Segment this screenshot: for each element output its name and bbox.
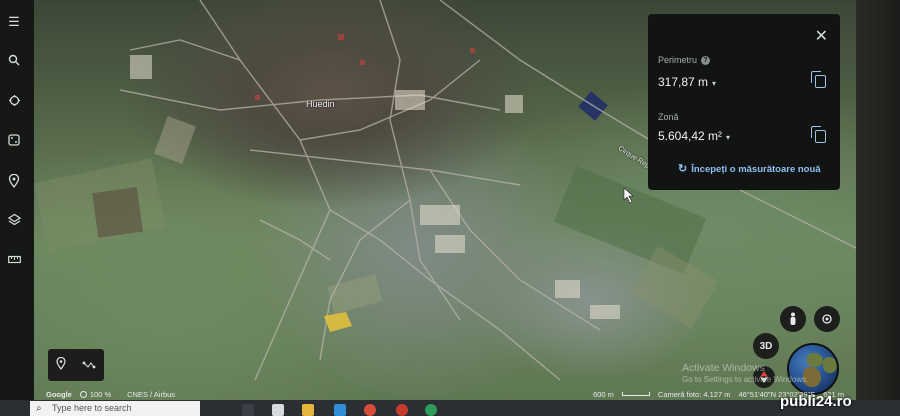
- activate-windows-title: Activate Windows: [682, 362, 765, 374]
- area-label: Zonă: [658, 112, 679, 122]
- search-icon[interactable]: [3, 49, 25, 71]
- chevron-down-icon[interactable]: ▾: [726, 133, 730, 142]
- new-measurement-button[interactable]: ↻ Începeți o măsurătoare nouă: [678, 162, 821, 175]
- activate-windows-watermark: Activate Windows Go to Settings to activ…: [682, 362, 808, 386]
- close-icon[interactable]: ✕: [815, 26, 828, 46]
- area-value[interactable]: 5.604,42 m² ▾: [658, 129, 730, 143]
- file-explorer-icon[interactable]: [302, 404, 314, 416]
- voyager-icon[interactable]: [3, 89, 25, 111]
- chrome-icon[interactable]: [364, 404, 376, 416]
- pegman-icon[interactable]: [780, 306, 806, 332]
- dice-icon[interactable]: [3, 129, 25, 151]
- scale-label: 600 m: [593, 389, 614, 399]
- google-logo: Google: [46, 389, 72, 399]
- town-label: Huedin: [306, 99, 335, 109]
- taskbar-search-input[interactable]: ⌕ Type here to search: [30, 401, 200, 416]
- perimeter-value[interactable]: 317,87 m ▾: [658, 75, 716, 89]
- scale-bar: [621, 392, 650, 396]
- help-icon[interactable]: ?: [701, 56, 711, 65]
- perimeter-label: Perimetru?: [658, 55, 711, 65]
- earth-app-icon[interactable]: [425, 404, 437, 416]
- place-icon[interactable]: [56, 356, 66, 373]
- opera-icon[interactable]: [396, 404, 408, 416]
- search-icon: ⌕: [36, 403, 42, 414]
- store-icon[interactable]: [334, 404, 346, 416]
- publi24-logo: publi24.ro: [780, 393, 852, 410]
- place-icon[interactable]: [3, 170, 25, 192]
- imagery-attribution[interactable]: CNES / Airbus: [127, 390, 175, 399]
- loading-icon: [79, 390, 87, 398]
- path-icon[interactable]: [82, 358, 96, 373]
- zoom-percent: 100 %: [79, 389, 119, 399]
- my-location-icon[interactable]: [814, 306, 840, 332]
- refresh-icon: ↻: [678, 163, 688, 175]
- area-value-text: 5.604,42 m²: [658, 129, 723, 143]
- copy-perimeter-icon[interactable]: [811, 71, 826, 88]
- task-view-icon[interactable]: [242, 404, 254, 416]
- perimeter-label-text: Perimetru: [658, 55, 698, 65]
- view-3d-button[interactable]: 3D: [753, 333, 779, 359]
- activate-windows-subtitle: Go to Settings to activate Windows.: [682, 375, 809, 384]
- copy-area-icon[interactable]: [811, 126, 826, 143]
- menu-icon[interactable]: ☰: [3, 11, 25, 33]
- sidebar: ☰: [0, 0, 28, 280]
- measure-panel: ✕ Perimetru? 317,87 m ▾ Zonă 5.604,42 m² ▾…: [648, 14, 840, 190]
- zoom-percent-text: 100 %: [89, 389, 112, 399]
- app-icon[interactable]: [272, 404, 284, 416]
- perimeter-value-text: 317,87 m: [658, 75, 709, 89]
- ruler-icon[interactable]: [3, 248, 25, 270]
- new-measurement-label: Începeți o măsurătoare nouă: [691, 164, 821, 175]
- search-placeholder: Type here to search: [52, 403, 132, 413]
- camera-altitude: Cameră foto: 4.127 m: [657, 389, 731, 399]
- map-tools: [48, 349, 104, 381]
- screen: Huedin Cirque Rep ☰ ✕ Perimetru? 317,87 …: [0, 0, 900, 416]
- right-bezel: [856, 0, 900, 400]
- layers-icon[interactable]: [3, 208, 25, 230]
- chevron-down-icon[interactable]: ▾: [712, 79, 716, 88]
- status-bar: Google 100 % CNES / Airbus 600 m Cameră …: [34, 388, 856, 400]
